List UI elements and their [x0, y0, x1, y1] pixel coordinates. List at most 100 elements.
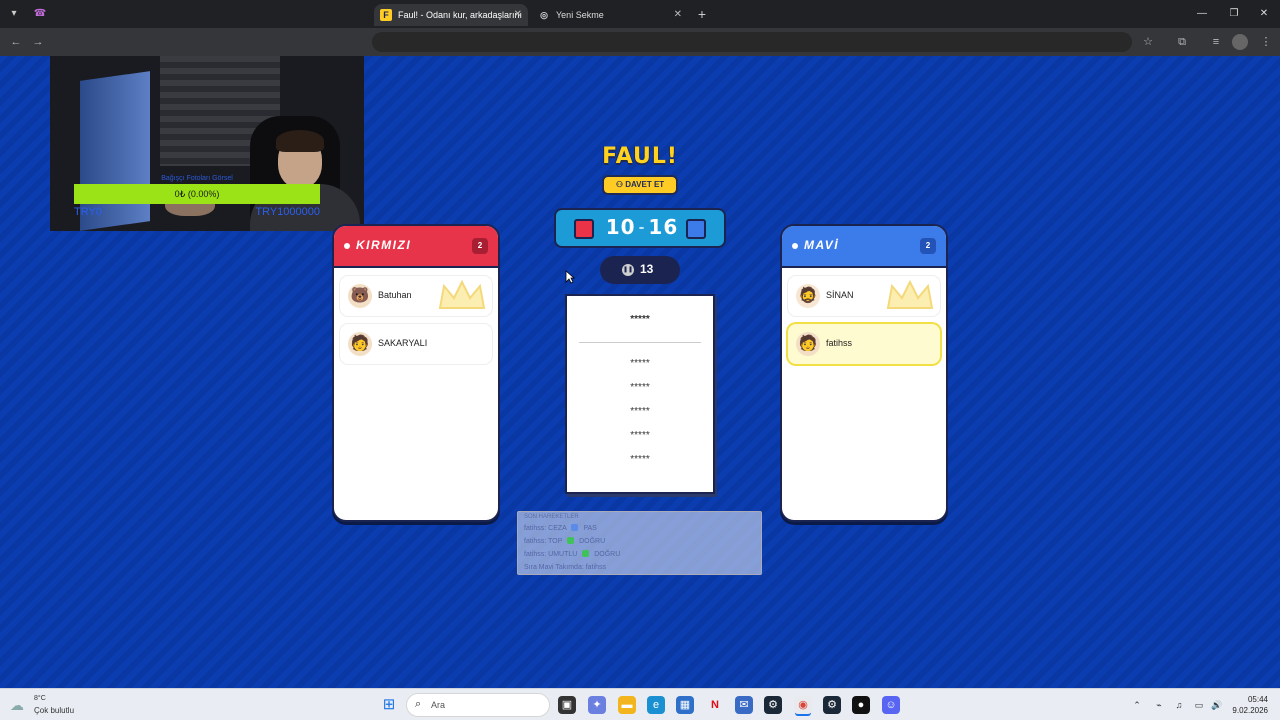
- close-tab-icon[interactable]: ✕: [514, 4, 522, 26]
- move-line: fatihss: UMUTLU DOĞRU: [524, 548, 755, 561]
- steam-icon[interactable]: ⚙: [823, 696, 841, 714]
- bear-avatar-icon: 🐻: [348, 284, 372, 308]
- bookmark-star-icon[interactable]: ☆: [1140, 34, 1156, 50]
- search-icon: ⌕: [415, 698, 422, 710]
- discord-icon[interactable]: ☺: [882, 696, 900, 714]
- team-panel-red: KIRMIZI 2 🐻 Batuhan 🧑 SAKARYALI: [332, 224, 500, 522]
- edge-icon[interactable]: e: [647, 696, 665, 714]
- clock[interactable]: 05:44 9.02.2026: [1232, 694, 1268, 716]
- back-icon[interactable]: ←: [8, 34, 24, 50]
- player-name: SİNAN: [826, 290, 854, 300]
- browser-tab-strip: ▾ ☎ F Faul! - Odanı kur, arkadaşlarını ✕…: [0, 0, 1280, 28]
- forbidden-word: *****: [630, 430, 650, 441]
- crown-icon: [438, 279, 486, 309]
- taskbar-search[interactable]: ⌕ Ara: [406, 693, 550, 717]
- new-tab-button[interactable]: +: [694, 4, 710, 24]
- blue-score: 16: [648, 215, 679, 239]
- browser-toolbar: ← → ☆ ⧉ ≡ ⋮: [0, 28, 1280, 56]
- tab-search-icon[interactable]: ▾: [6, 6, 22, 22]
- move-word: TOP: [548, 538, 563, 545]
- close-tab-icon[interactable]: ✕: [674, 4, 682, 26]
- pinned-tab-icon[interactable]: ☎: [32, 6, 48, 22]
- move-result: DOĞRU: [594, 551, 621, 558]
- check-icon: [582, 550, 590, 557]
- tab-faul[interactable]: F Faul! - Odanı kur, arkadaşlarını ✕: [374, 4, 528, 26]
- invite-button[interactable]: ⚇ DAVET ET: [602, 175, 678, 195]
- profile-avatar[interactable]: [1232, 34, 1248, 50]
- forward-icon[interactable]: →: [30, 34, 46, 50]
- chevron-up-icon[interactable]: ⌃: [1130, 698, 1144, 712]
- move-line: fatihss: TOP DOĞRU: [524, 535, 755, 548]
- forbidden-word: *****: [630, 406, 650, 417]
- volume-icon[interactable]: 🔊: [1210, 698, 1224, 712]
- recent-moves-panel: SON HAREKETLER fatihss: CEZA PAS fatihss…: [517, 511, 762, 575]
- player-name: Batuhan: [378, 290, 412, 300]
- user-plus-icon: ⚇: [615, 180, 626, 189]
- red-score: 10: [605, 215, 636, 239]
- restore-icon[interactable]: ❐: [1222, 4, 1246, 24]
- team-panel-blue: MAVİ 2 🧔 SİNAN 🧑 fatihss: [780, 224, 948, 522]
- donation-goal-widget: Bağışçı Fotoları Görsel 0₺ (0.00%) TRY0 …: [74, 175, 320, 218]
- copilot-icon[interactable]: ✦: [588, 696, 606, 714]
- weather-temp: 8°C: [34, 695, 46, 702]
- tab-new[interactable]: ◎ Yeni Sekme ✕: [532, 4, 688, 26]
- blue-team-square: [686, 219, 706, 239]
- chrome-icon[interactable]: ◉: [794, 696, 812, 714]
- player-card-self: 🧑 fatihss: [788, 324, 940, 364]
- display-icon[interactable]: ▭: [1192, 698, 1206, 712]
- face-avatar-icon: 🧔: [796, 284, 820, 308]
- file-explorer-icon[interactable]: ▬: [618, 696, 636, 714]
- player-name: fatihss: [826, 338, 853, 348]
- recent-moves-header: SON HAREKETLER: [524, 514, 579, 520]
- timer-value: 13: [640, 262, 654, 276]
- steam-icon[interactable]: ⚙: [764, 696, 782, 714]
- search-placeholder: Ara: [431, 700, 446, 710]
- store-icon[interactable]: ▦: [676, 696, 694, 714]
- forbidden-word: *****: [630, 358, 650, 369]
- team-player-count: 2: [920, 238, 936, 254]
- faul-favicon-icon: F: [380, 9, 392, 21]
- address-bar[interactable]: [372, 32, 1132, 52]
- main-word: *****: [630, 314, 650, 325]
- card-divider: [579, 342, 701, 343]
- cloud-icon: ☁: [10, 697, 24, 713]
- score-separator: -: [638, 220, 646, 236]
- minimize-icon[interactable]: —: [1190, 4, 1214, 24]
- close-window-icon[interactable]: ✕: [1252, 4, 1276, 24]
- check-icon: [567, 537, 575, 544]
- network-icon[interactable]: ⌁: [1152, 698, 1166, 712]
- donation-max-label: TRY1000000: [255, 206, 320, 218]
- team-header-red: KIRMIZI 2: [334, 226, 498, 268]
- word-card: ***** ***** ***** ***** ***** *****: [565, 294, 715, 494]
- start-windows-icon[interactable]: ⊞: [380, 696, 398, 714]
- team-dot-icon: [792, 243, 798, 249]
- weather-widget[interactable]: ☁ 8°C Çok bulutlu: [8, 693, 98, 717]
- tab-title: Faul! - Odanı kur, arkadaşlarını: [398, 10, 523, 20]
- clock-time: 05:44: [1247, 695, 1268, 704]
- task-view-icon[interactable]: ▣: [558, 696, 576, 714]
- player-card: 🧑 SAKARYALI: [340, 324, 492, 364]
- extensions-icon[interactable]: ⧉: [1174, 34, 1190, 50]
- menu-icon[interactable]: ⋮: [1258, 34, 1274, 50]
- move-word: UMUTLU: [548, 551, 578, 558]
- team-dot-icon: [344, 243, 350, 249]
- globe-icon: ◎: [540, 10, 548, 20]
- microphone-icon[interactable]: ♫: [1172, 698, 1186, 712]
- turn-timer: ❚❚ 13: [600, 256, 680, 284]
- team-header-blue: MAVİ 2: [782, 226, 946, 268]
- forbidden-word: *****: [630, 382, 650, 393]
- donation-progress-bar: 0₺ (0.00%): [74, 184, 320, 204]
- netflix-icon[interactable]: N: [706, 696, 724, 714]
- move-result: DOĞRU: [579, 538, 606, 545]
- move-player: fatihss:: [524, 551, 547, 558]
- move-line: fatihss: CEZA PAS: [524, 522, 755, 535]
- mouse-cursor-icon: [565, 270, 575, 284]
- github-icon[interactable]: ●: [852, 696, 870, 714]
- mail-icon[interactable]: ✉: [735, 696, 753, 714]
- invite-label: DAVET ET: [625, 180, 665, 189]
- pause-icon[interactable]: ❚❚: [622, 264, 634, 276]
- game-title: FAUL!: [602, 144, 678, 169]
- media-icon[interactable]: ≡: [1208, 34, 1224, 50]
- donation-min-label: TRY0: [74, 206, 102, 218]
- move-result: PAS: [583, 525, 597, 532]
